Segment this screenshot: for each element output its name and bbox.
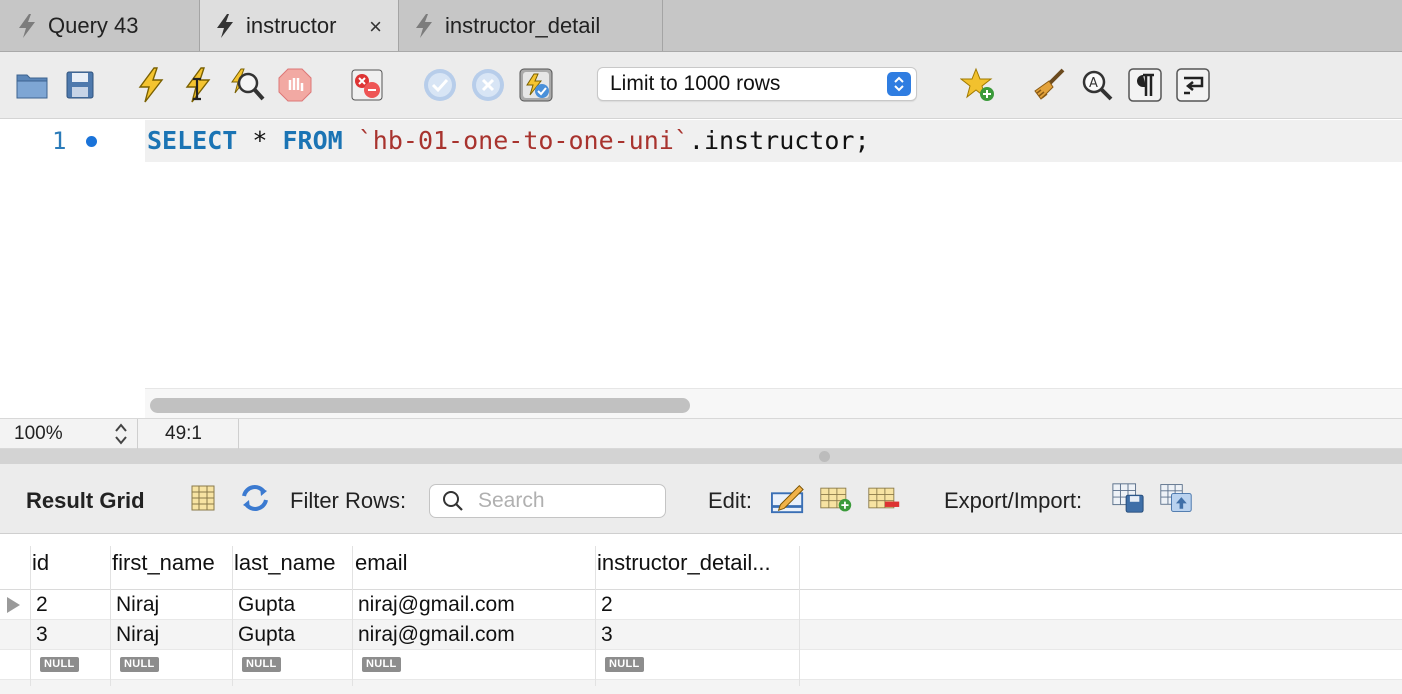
pane-splitter[interactable] — [0, 449, 1402, 464]
current-row-arrow-icon — [7, 597, 20, 613]
save-icon[interactable] — [62, 67, 98, 103]
column-divider[interactable] — [110, 546, 111, 686]
lightning-icon — [416, 13, 432, 38]
null-badge[interactable]: NULL — [605, 657, 644, 672]
cell-instructor-detail-id[interactable]: 2 — [601, 593, 613, 617]
execute-current-icon[interactable] — [181, 67, 217, 103]
lightning-icon — [19, 13, 35, 38]
table-row[interactable]: 2 Niraj Gupta niraj@gmail.com 2 — [0, 590, 1402, 620]
sql-editor[interactable]: 1 SELECT * FROM `hb-01-one-to-one-uni`.i… — [0, 120, 1402, 418]
zoom-level[interactable]: 100% — [14, 423, 63, 445]
tab-label: instructor — [246, 12, 337, 38]
column-divider[interactable] — [30, 546, 31, 686]
column-header-email[interactable]: email — [355, 550, 593, 576]
search-input[interactable] — [478, 489, 638, 513]
execute-icon[interactable] — [133, 67, 169, 103]
column-header-instructor-detail-id[interactable]: instructor_detail... — [597, 550, 797, 576]
sql-keyword: SELECT — [147, 126, 238, 155]
sql-table-identifier: .instructor; — [688, 126, 870, 155]
svg-text:A: A — [1089, 76, 1098, 91]
cell-last-name[interactable]: Gupta — [238, 593, 295, 617]
edit-label: Edit: — [708, 488, 753, 513]
grid-view-icon[interactable] — [186, 481, 220, 515]
null-badge[interactable]: NULL — [242, 657, 281, 672]
open-folder-icon[interactable] — [14, 67, 50, 103]
table-row[interactable]: 3 Niraj Gupta niraj@gmail.com 3 — [0, 620, 1402, 650]
line-number: 1 — [52, 127, 67, 155]
editor-status-bar: 100% 49:1 — [0, 418, 1402, 450]
filter-search-box[interactable] — [429, 484, 666, 518]
explain-icon[interactable] — [229, 67, 265, 103]
rollback-icon[interactable] — [470, 67, 506, 103]
column-header-first-name[interactable]: first_name — [112, 550, 230, 576]
tab-instructor[interactable]: instructor × — [200, 0, 399, 51]
grid-header: id first_name last_name email instructor… — [0, 534, 1402, 590]
cell-id[interactable]: 3 — [36, 623, 48, 647]
cell-first-name[interactable]: Niraj — [116, 623, 159, 647]
add-row-icon[interactable] — [819, 481, 853, 515]
close-icon[interactable]: × — [369, 14, 382, 40]
add-snippet-icon[interactable] — [960, 67, 996, 103]
tab-bar: Query 43 instructor × instructor_detail — [0, 0, 1402, 52]
null-badge[interactable]: NULL — [40, 657, 79, 672]
new-row-placeholder[interactable]: NULL NULL NULL NULL NULL — [0, 650, 1402, 680]
cell-instructor-detail-id[interactable]: 3 — [601, 623, 613, 647]
null-badge[interactable]: NULL — [362, 657, 401, 672]
null-badge[interactable]: NULL — [120, 657, 159, 672]
chevron-updown-icon — [887, 72, 911, 96]
column-divider[interactable] — [352, 546, 353, 686]
autocommit-icon[interactable] — [518, 67, 554, 103]
commit-icon[interactable] — [422, 67, 458, 103]
cursor-position: 49:1 — [165, 423, 202, 444]
result-grid: id first_name last_name email instructor… — [0, 534, 1402, 694]
column-divider[interactable] — [799, 546, 800, 686]
column-header-id[interactable]: id — [32, 550, 107, 576]
splitter-handle[interactable] — [819, 451, 830, 462]
import-icon[interactable] — [1159, 481, 1193, 515]
divider — [238, 419, 239, 450]
divider — [137, 419, 138, 450]
find-icon[interactable]: A — [1079, 67, 1115, 103]
zoom-stepper-icon[interactable] — [112, 421, 130, 447]
lightning-icon — [217, 13, 233, 38]
limit-rows-select[interactable]: Limit to 1000 rows — [597, 67, 917, 101]
refresh-icon[interactable] — [238, 481, 272, 515]
sql-editor-toolbar: Limit to 1000 rows A — [0, 52, 1402, 119]
empty-row — [0, 680, 1402, 694]
result-grid-title[interactable]: Result Grid — [26, 488, 145, 514]
stop-icon[interactable] — [277, 67, 313, 103]
delete-row-icon[interactable] — [867, 481, 901, 515]
tab-label: Query 43 — [48, 12, 139, 38]
sql-schema-identifier: `hb-01-one-to-one-uni` — [357, 126, 689, 155]
result-toolbar: Result Grid Filter Rows: Edit: Export/Im… — [0, 464, 1402, 534]
invisible-chars-icon[interactable] — [1127, 67, 1163, 103]
tab-query-43[interactable]: Query 43 — [0, 0, 200, 51]
beautify-icon[interactable] — [1031, 67, 1067, 103]
export-icon[interactable] — [1111, 481, 1145, 515]
edit-row-icon[interactable] — [771, 481, 805, 515]
cell-email[interactable]: niraj@gmail.com — [358, 623, 515, 647]
column-header-last-name[interactable]: last_name — [234, 550, 350, 576]
column-divider[interactable] — [595, 546, 596, 686]
sql-operator: * — [237, 126, 283, 155]
filter-rows-label: Filter Rows: — [290, 488, 407, 513]
cell-email[interactable]: niraj@gmail.com — [358, 593, 515, 617]
limit-rows-value: Limit to 1000 rows — [610, 72, 781, 95]
code-line[interactable]: SELECT * FROM `hb-01-one-to-one-uni`.ins… — [145, 120, 1402, 162]
search-icon — [443, 491, 463, 511]
wrap-lines-icon[interactable] — [1175, 67, 1211, 103]
cell-last-name[interactable]: Gupta — [238, 623, 295, 647]
cell-first-name[interactable]: Niraj — [116, 593, 159, 617]
horizontal-scrollbar[interactable] — [145, 388, 1402, 418]
cell-id[interactable]: 2 — [36, 593, 48, 617]
tab-instructor-detail[interactable]: instructor_detail — [399, 0, 663, 51]
statement-marker-icon — [86, 136, 97, 147]
column-divider[interactable] — [232, 546, 233, 686]
scrollbar-thumb[interactable] — [150, 398, 690, 413]
export-import-label: Export/Import: — [944, 488, 1083, 513]
sql-keyword: FROM — [282, 126, 343, 155]
tab-label: instructor_detail — [445, 12, 601, 38]
sql-space — [343, 126, 358, 155]
toggle-stop-on-error-icon[interactable] — [349, 67, 385, 103]
